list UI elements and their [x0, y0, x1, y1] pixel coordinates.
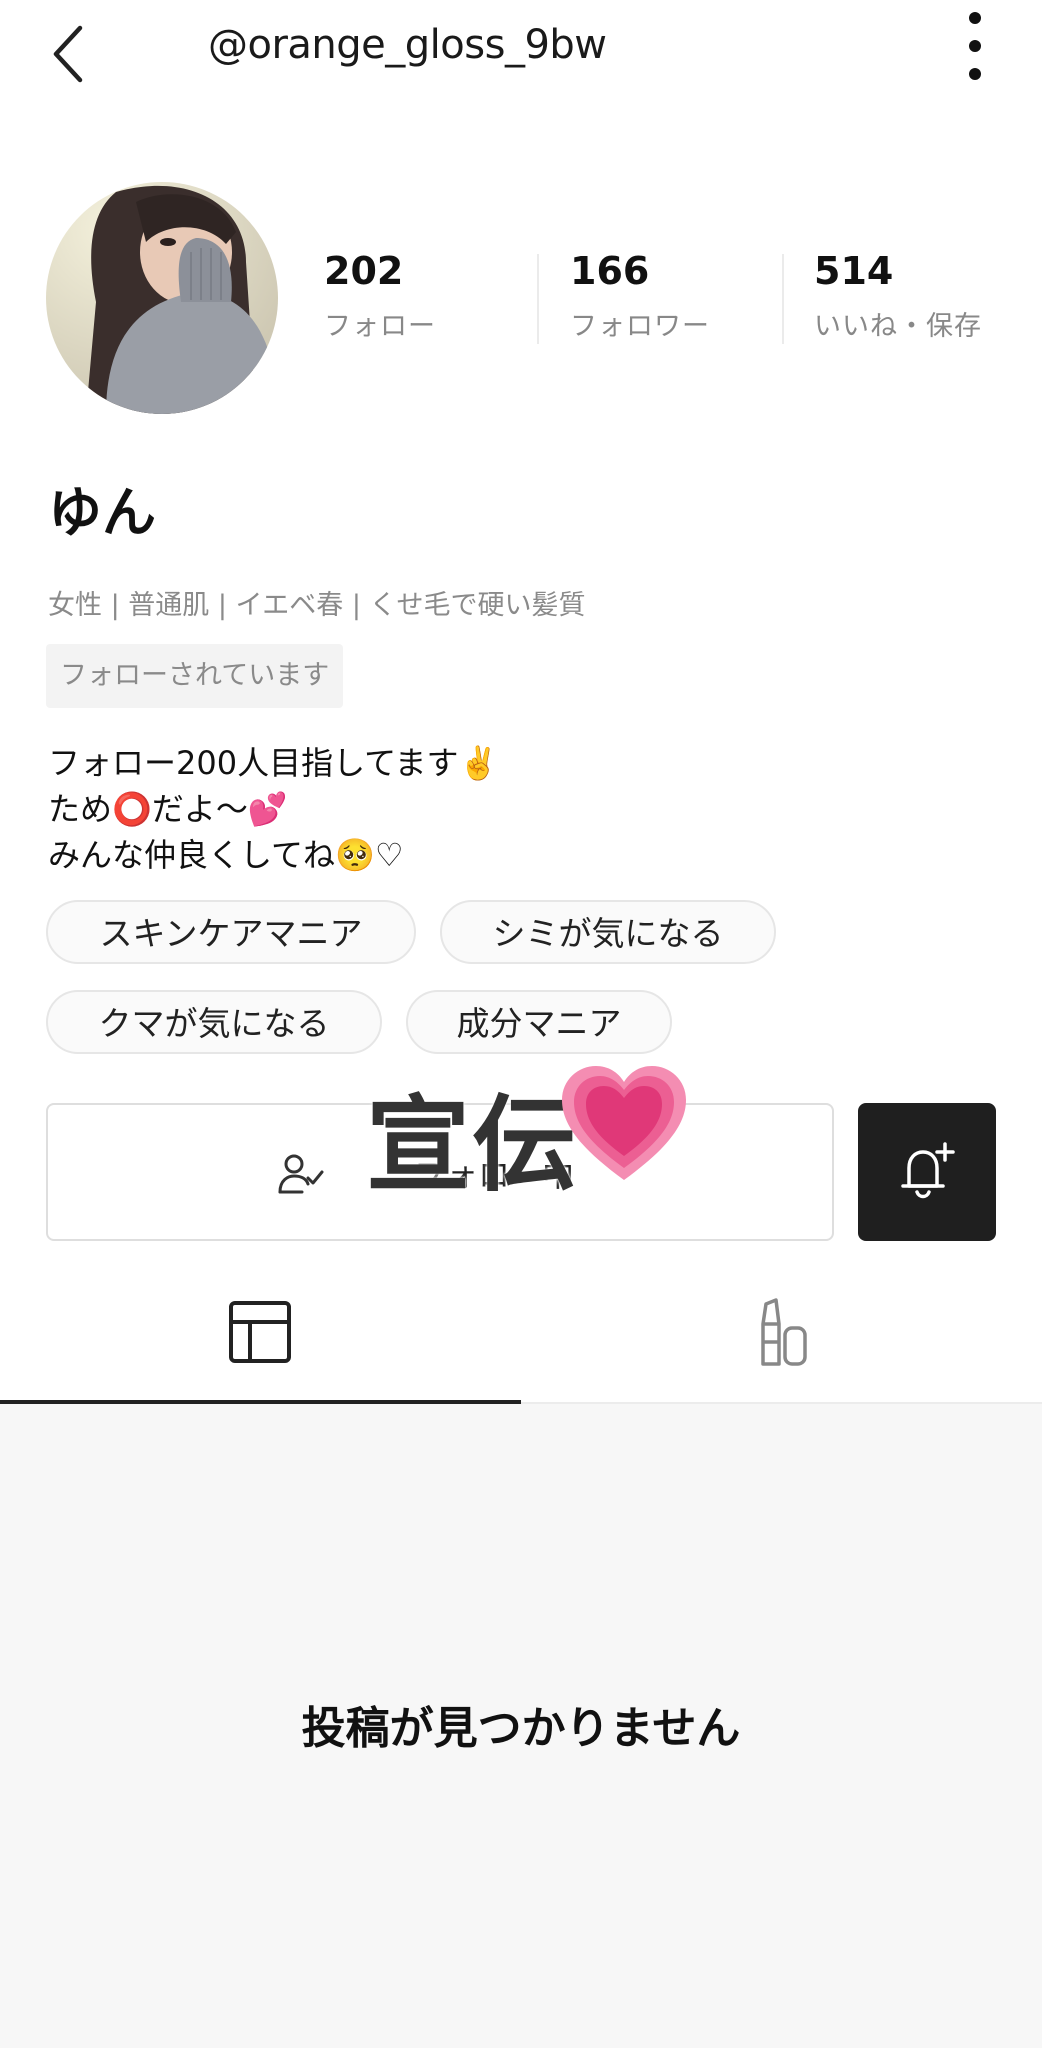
- bio-line: フォロー200人目指してます✌️: [48, 744, 499, 782]
- likes-saves-label: いいね・保存: [814, 311, 982, 342]
- tab-posts[interactable]: [0, 1268, 521, 1404]
- following-count: 202: [324, 249, 404, 293]
- grid-icon: [229, 1301, 291, 1363]
- stat-divider: [537, 254, 539, 344]
- cosmetics-icon: [761, 1298, 807, 1366]
- interest-tag[interactable]: クマが気になる: [46, 990, 382, 1054]
- profile-attributes: 女性 | 普通肌 | イエベ春 | くせ毛で硬い髪質: [48, 590, 586, 621]
- interest-tag[interactable]: 成分マニア: [406, 990, 672, 1054]
- likes-saves-count: 514: [814, 249, 894, 293]
- followers-stat[interactable]: 166 フォロワー: [570, 252, 710, 343]
- promo-stamp-text: 宣伝: [366, 1084, 579, 1206]
- display-name: ゆん: [48, 481, 156, 544]
- bio-line: みんな仲良くしてね🥺♡: [48, 836, 404, 874]
- tab-products[interactable]: [521, 1268, 1042, 1404]
- heart-icon: [562, 1066, 686, 1180]
- stat-divider: [782, 254, 784, 344]
- interest-tag[interactable]: スキンケアマニア: [46, 900, 416, 964]
- back-arrow-icon[interactable]: [40, 22, 100, 86]
- bell-plus-icon: [901, 1142, 955, 1199]
- followers-count: 166: [570, 249, 650, 293]
- following-label: フォロー: [324, 311, 436, 342]
- interest-tag[interactable]: シミが気になる: [440, 900, 776, 964]
- user-check-icon: [278, 1154, 324, 1194]
- likes-saves-stat[interactable]: 514 いいね・保存: [814, 252, 982, 343]
- bio-line: ため⭕だよ〜💕: [48, 790, 288, 828]
- empty-state-message: 投稿が見つかりません: [301, 1703, 741, 1754]
- follows-you-badge: フォローされています: [46, 644, 344, 708]
- followers-label: フォロワー: [570, 311, 710, 342]
- more-options-icon[interactable]: [948, 8, 996, 88]
- following-stat[interactable]: 202 フォロー: [324, 252, 436, 343]
- profile-handle: @orange_gloss_9bw: [208, 22, 607, 68]
- avatar[interactable]: [46, 182, 278, 414]
